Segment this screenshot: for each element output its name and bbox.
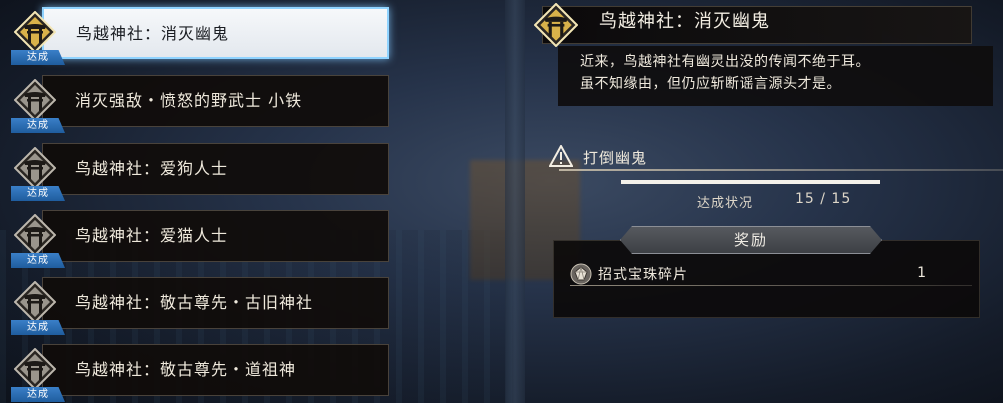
objective-divider	[559, 169, 1003, 171]
progress-label: 达成状况	[697, 196, 754, 211]
quest-title: 消灭强敌・愤怒的野武士 小铁	[75, 91, 303, 110]
warning-icon	[549, 145, 573, 167]
quest-description: 近来，鸟越神社有幽灵出没的传闻不绝于耳。 虽不知缘由，但仍应斩断谣言源头才是。	[580, 54, 870, 92]
completed-badge: 达成	[11, 253, 65, 268]
torii-emblem-icon	[534, 3, 578, 47]
reward-tab: 奖励	[620, 226, 882, 254]
quest-card[interactable]: 鸟越神社：爱猫人士	[42, 210, 389, 262]
detail-title: 鸟越神社：消灭幽鬼	[599, 11, 770, 32]
completed-badge: 达成	[11, 50, 65, 65]
progress-bar	[621, 180, 880, 184]
torii-emblem-icon	[14, 11, 56, 53]
reward-row: 招式宝珠碎片 1	[570, 262, 972, 286]
objective-row: 打倒幽鬼	[545, 145, 1003, 173]
quest-card[interactable]: 鸟越神社：消灭幽鬼	[42, 7, 389, 59]
progress-value: 15 / 15	[795, 191, 852, 207]
torii-emblem-icon	[14, 281, 56, 323]
quest-card[interactable]: 鸟越神社：爱狗人士	[42, 143, 389, 195]
quest-title: 鸟越神社：消灭幽鬼	[76, 24, 230, 43]
quest-item[interactable]: 鸟越神社：消灭幽鬼 达成	[11, 7, 389, 65]
completed-badge: 达成	[11, 320, 65, 335]
completed-badge: 达成	[11, 186, 65, 201]
quest-title: 鸟越神社：敬古尊先・道祖神	[75, 360, 297, 379]
quest-title: 鸟越神社：爱猫人士	[75, 226, 229, 245]
reward-quantity: 1	[917, 265, 926, 281]
quest-item[interactable]: 鸟越神社：敬古尊先・古旧神社 达成	[11, 277, 389, 335]
quest-detail-panel: 鸟越神社：消灭幽鬼 近来，鸟越神社有幽灵出没的传闻不绝于耳。 虽不知缘由，但仍应…	[520, 0, 1003, 403]
quest-card[interactable]: 鸟越神社：敬古尊先・古旧神社	[42, 277, 389, 329]
quest-title: 鸟越神社：敬古尊先・古旧神社	[75, 293, 314, 312]
torii-emblem-icon	[14, 147, 56, 189]
quest-item[interactable]: 鸟越神社：爱猫人士 达成	[11, 210, 389, 268]
torii-emblem-icon	[14, 214, 56, 256]
completed-badge: 达成	[11, 387, 65, 402]
reward-name: 招式宝珠碎片	[598, 267, 688, 283]
quest-list: 鸟越神社：消灭幽鬼 达成 消灭强敌・愤怒的野武士 小铁 达成 鸟越神社：爱狗人士	[0, 0, 395, 403]
quest-item[interactable]: 消灭强敌・愤怒的野武士 小铁 达成	[11, 75, 389, 133]
gem-icon	[570, 263, 592, 285]
progress-bar-fill	[621, 180, 880, 184]
quest-item[interactable]: 鸟越神社：爱狗人士 达成	[11, 143, 389, 201]
quest-title: 鸟越神社：爱狗人士	[75, 159, 229, 178]
objective-label: 打倒幽鬼	[583, 149, 648, 167]
reward-divider	[570, 285, 972, 286]
torii-emblem-icon	[14, 348, 56, 390]
completed-badge: 达成	[11, 118, 65, 133]
torii-emblem-icon	[14, 79, 56, 121]
quest-item[interactable]: 鸟越神社：敬古尊先・道祖神 达成	[11, 344, 389, 402]
quest-card[interactable]: 消灭强敌・愤怒的野武士 小铁	[42, 75, 389, 127]
quest-card[interactable]: 鸟越神社：敬古尊先・道祖神	[42, 344, 389, 396]
